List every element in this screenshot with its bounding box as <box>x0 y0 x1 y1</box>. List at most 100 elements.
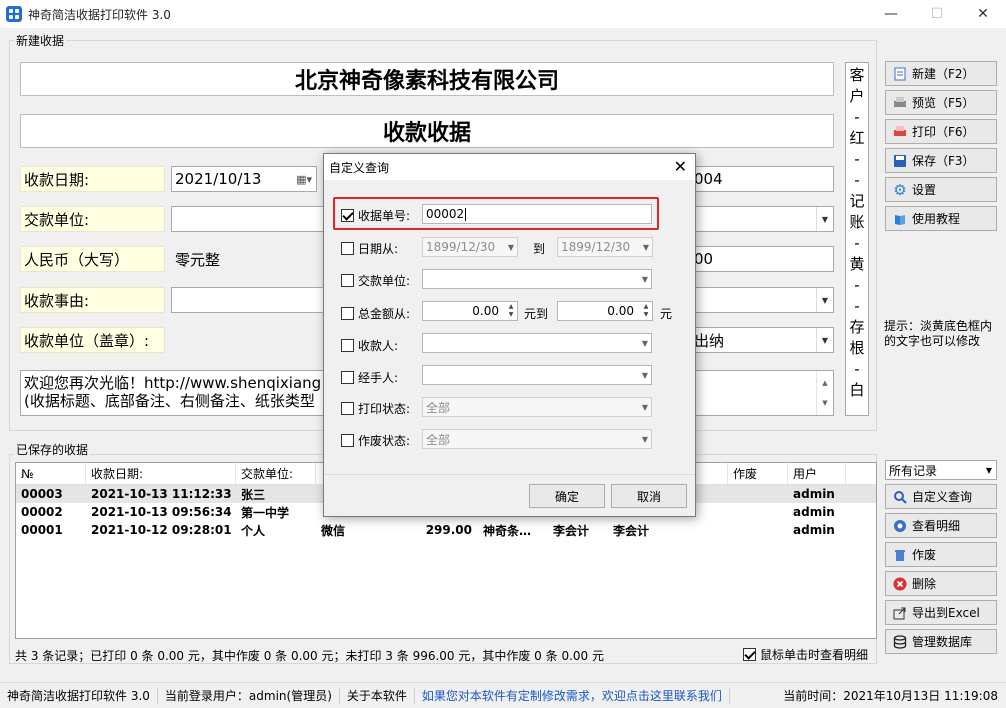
table-cell <box>728 521 788 539</box>
chevron-down-icon[interactable]: ▼ <box>816 328 833 352</box>
click-view-checkbox[interactable] <box>743 648 756 661</box>
amount-from-spinner[interactable]: 0.00 ▲ ▼ <box>422 301 518 321</box>
status-current-time: 当前时间：2021年10月13日 11:19:08 <box>783 689 998 703</box>
chevron-down-icon[interactable]: ▼ <box>816 207 833 231</box>
table-cell: 微信 <box>321 523 346 538</box>
side-note-field[interactable]: 客 户 - 红 - - 记 账 - 黄 - - 存 根 - 白 <box>845 62 869 416</box>
delete-icon <box>892 576 908 592</box>
column-header[interactable]: 作废 <box>728 463 788 484</box>
side-note-char: 红 <box>849 129 865 147</box>
payer-checkbox[interactable] <box>341 274 354 287</box>
calendar-icon[interactable]: ▦▾ <box>296 173 312 186</box>
date-label[interactable]: 收款日期: <box>20 166 165 192</box>
column-header[interactable]: 收款日期: <box>86 463 236 484</box>
void-button[interactable]: 作废 <box>885 542 997 567</box>
amount-option[interactable]: 总金额从: <box>341 305 410 322</box>
contact-link[interactable]: 如果您对本软件有定制修改需求，欢迎点击这里联系我们 <box>415 687 730 704</box>
print-status-select: 全部 ▼ <box>422 397 652 417</box>
amount-from-value: 0.00 <box>472 304 499 318</box>
yuan-label: 元 <box>660 307 673 321</box>
handler-option[interactable]: 经手人: <box>341 369 398 386</box>
date-picker[interactable]: 2021/10/13 ▦▾ <box>171 166 317 192</box>
manage-database-button[interactable]: 管理数据库 <box>885 629 997 654</box>
payer-query-select[interactable]: ▼ <box>422 269 652 289</box>
print-button[interactable]: 打印（F6） <box>885 119 997 144</box>
chevron-down-icon[interactable]: ▼ <box>642 339 648 348</box>
amount-from-label: 总金额从: <box>358 307 411 321</box>
view-detail-button[interactable]: 查看明细 <box>885 513 997 538</box>
minimize-button[interactable]: — <box>868 0 914 28</box>
amount-to-spinner[interactable]: 0.00 ▲ ▼ <box>557 301 653 321</box>
click-view-option[interactable]: 鼠标单击时查看明细 <box>743 646 868 663</box>
side-note-char: - <box>854 297 860 315</box>
rmb-label[interactable]: 人民币（大写） <box>20 246 165 272</box>
dialog-title-bar: 自定义查询 ✕ <box>324 154 695 180</box>
hint-text: 提示：淡黄底色框内的文字也可以修改 <box>884 319 993 348</box>
table-row[interactable]: 00001 2021-10-12 09:28:01 个人 微信 299.00 神… <box>16 521 876 539</box>
receipt-no-input[interactable]: 00002 <box>422 204 652 224</box>
trash-icon <box>892 547 908 563</box>
column-header[interactable]: 交款单位: <box>236 463 316 484</box>
void-status-option[interactable]: 作废状态: <box>341 432 410 449</box>
cancel-button[interactable]: 取消 <box>611 484 687 508</box>
chevron-down-icon[interactable]: ▼ <box>642 275 648 284</box>
preview-button[interactable]: 预览（F5） <box>885 90 997 115</box>
receipt-no-checkbox[interactable] <box>341 209 354 222</box>
search-icon <box>892 489 908 505</box>
chevron-down-icon[interactable]: ▼ <box>816 288 833 312</box>
status-current-user: 当前登录用户：admin(管理员) <box>158 687 340 704</box>
receipt-title-field[interactable]: 收款收据 <box>20 114 834 148</box>
side-note-char: - <box>854 276 860 294</box>
close-button[interactable]: ✕ <box>960 0 1006 28</box>
gear-icon: ⚙ <box>893 180 907 199</box>
receipt-no-value: 00002 <box>426 207 465 221</box>
table-cell: 李会计 <box>613 523 650 538</box>
column-header[interactable]: 用户 <box>788 463 846 484</box>
date-to-picker: 1899/12/30 ▼ <box>557 237 653 257</box>
scrollbar[interactable]: ▲ ▼ <box>816 371 833 415</box>
receiver-checkbox[interactable] <box>341 339 354 352</box>
new-icon <box>892 66 908 82</box>
new-button[interactable]: 新建（F2） <box>885 61 997 86</box>
payer-option[interactable]: 交款单位: <box>341 272 410 289</box>
company-field[interactable]: 北京神奇像素科技有限公司 <box>20 62 834 96</box>
chevron-down-icon[interactable]: ▼ <box>986 466 992 475</box>
records-filter-select[interactable]: 所有记录 ▼ <box>885 460 997 480</box>
date-from-checkbox[interactable] <box>341 242 354 255</box>
manage-database-label: 管理数据库 <box>912 635 973 649</box>
receipt-no-option[interactable]: 收据单号: <box>341 207 410 224</box>
table-cell: 李会计 <box>553 523 590 538</box>
ok-button[interactable]: 确定 <box>529 484 605 508</box>
cashier-select[interactable]: 出纳 ▼ <box>690 327 834 353</box>
status-bar: 神奇简洁收据打印软件 3.0 当前登录用户：admin(管理员) 关于本软件 如… <box>0 682 1006 708</box>
amount-field[interactable]: 00 <box>690 246 834 272</box>
payer-label[interactable]: 交款单位: <box>20 206 165 232</box>
custom-query-button[interactable]: 自定义查询 <box>885 484 997 509</box>
seal-label[interactable]: 收款单位（盖章）: <box>20 327 165 353</box>
amount-checkbox[interactable] <box>341 307 354 320</box>
table-cell: 00002 <box>21 505 63 519</box>
spinner-arrows-icon[interactable]: ▲ ▼ <box>640 302 652 320</box>
export-excel-button[interactable]: 导出到Excel <box>885 600 997 625</box>
column-header[interactable]: № <box>16 463 86 484</box>
delete-button[interactable]: 删除 <box>885 571 997 596</box>
receiver-select[interactable]: ▼ <box>422 333 652 353</box>
tutorial-button[interactable]: 使用教程 <box>885 206 997 231</box>
reason-label[interactable]: 收款事由: <box>20 287 165 313</box>
handler-select[interactable]: ▼ <box>422 365 652 385</box>
about-link[interactable]: 关于本软件 <box>340 687 415 704</box>
side-note-char: 户 <box>849 87 865 105</box>
print-status-checkbox[interactable] <box>341 402 354 415</box>
settings-button[interactable]: ⚙ 设置 <box>885 177 997 202</box>
print-status-option[interactable]: 打印状态: <box>341 400 410 417</box>
print-status-label: 打印状态: <box>358 402 411 416</box>
void-status-checkbox[interactable] <box>341 434 354 447</box>
receipt-number-field[interactable]: 004 <box>690 166 834 192</box>
dialog-close-icon[interactable]: ✕ <box>674 157 687 176</box>
spinner-arrows-icon[interactable]: ▲ ▼ <box>505 302 517 320</box>
date-from-option[interactable]: 日期从: <box>341 240 398 257</box>
chevron-down-icon[interactable]: ▼ <box>642 371 648 380</box>
handler-checkbox[interactable] <box>341 371 354 384</box>
save-button[interactable]: 保存（F3） <box>885 148 997 173</box>
receiver-option[interactable]: 收款人: <box>341 337 398 354</box>
